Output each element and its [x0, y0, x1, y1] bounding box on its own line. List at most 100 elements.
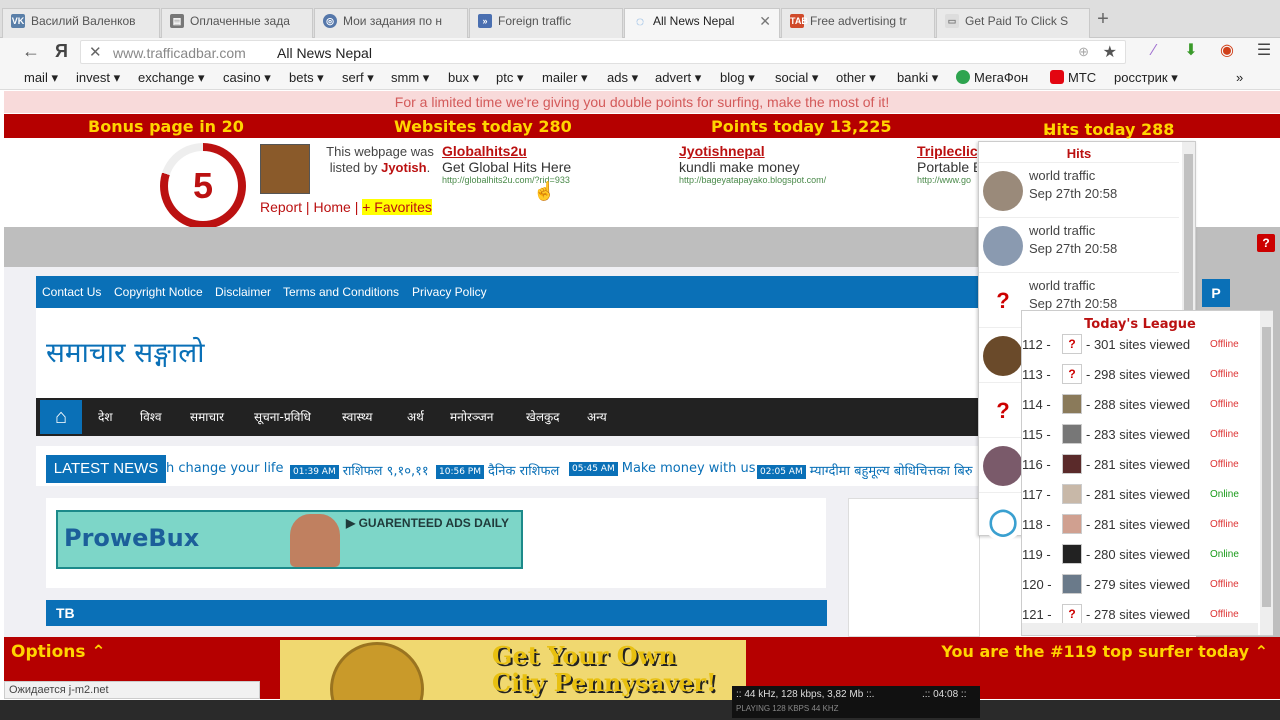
nav-item[interactable]: देश	[98, 408, 113, 425]
bookmark-mts[interactable]: МТС	[1050, 70, 1096, 85]
avatar	[1062, 574, 1082, 594]
league-row[interactable]: 112 -? - 301 sites viewed Offline	[1022, 331, 1258, 359]
unknown-avatar-icon: ?	[1062, 364, 1082, 384]
league-row[interactable]: 114 - - 288 sites viewed Offline	[1022, 391, 1258, 419]
options-button[interactable]: Options ⌃	[11, 642, 106, 662]
prowebux-banner[interactable]: ProweBux ▶ GUARENTEED ADS DAILY	[56, 510, 523, 569]
home-icon[interactable]: ⌂	[40, 400, 82, 434]
league-row[interactable]: 115 - - 283 sites viewed Offline	[1022, 421, 1258, 449]
tab-7[interactable]: ▭ Get Paid To Click S	[936, 8, 1090, 38]
bookmark-mailer[interactable]: mailer ▾	[542, 70, 588, 86]
pennysaver-text: Get Your Own City Pennysaver!	[492, 642, 717, 696]
bookmark-serf[interactable]: serf ▾	[342, 70, 374, 86]
bookmark-ads[interactable]: ads ▾	[607, 70, 638, 86]
bookmark-social[interactable]: social ▾	[775, 70, 818, 86]
extension-icon[interactable]: ◉	[1216, 40, 1238, 62]
ad-desc: Get Global Hits Here	[442, 159, 572, 175]
league-row[interactable]: 118 - - 281 sites viewed Offline	[1022, 511, 1258, 539]
stop-icon[interactable]: ✕	[89, 43, 102, 61]
player-time: .:: 04:08 ::	[922, 689, 967, 700]
menu-icon[interactable]: ☰	[1253, 40, 1275, 62]
rank-text: You are the #119 top surfer today	[941, 642, 1250, 661]
menu-copyright[interactable]: Copyright Notice	[114, 285, 203, 299]
bookmark-other[interactable]: other ▾	[836, 70, 876, 86]
feather-icon[interactable]: ⁄	[1143, 40, 1165, 62]
ticker-item[interactable]: 01:39 AM राशिफल ९,१०,११	[290, 461, 429, 479]
ad-desc: kundli make money	[679, 159, 800, 175]
league-row[interactable]: 117 - - 281 sites viewed Online	[1022, 481, 1258, 509]
bookmark-blog[interactable]: blog ▾	[720, 70, 755, 86]
site-title[interactable]: समाचार सङ्गालो	[46, 333, 204, 371]
bookmark-star-icon[interactable]: ★	[1103, 42, 1117, 62]
hit-item[interactable]: world traffic Sep 27th 20:58	[979, 217, 1179, 272]
tab-all-news-nepal[interactable]: ◌ All News Nepal ✕	[624, 8, 780, 38]
nav-item[interactable]: अन्य	[587, 408, 607, 425]
home-link[interactable]: Home	[313, 199, 350, 215]
text-ad-2[interactable]: Jyotishnepal kundli make money http://bage…	[679, 143, 826, 185]
new-tab-button[interactable]: +	[1092, 8, 1114, 30]
ad-title[interactable]: Tripleclic	[917, 143, 977, 159]
favorites-link[interactable]: + Favorites	[362, 199, 432, 215]
league-row[interactable]: 119 - - 280 sites viewed Online	[1022, 541, 1258, 569]
text-ad-3[interactable]: Tripleclic Portable Bhttp://www.go	[917, 143, 977, 185]
bookmark-bux[interactable]: bux ▾	[448, 70, 479, 86]
status-bar: Ожидается j-m2.net	[4, 681, 260, 699]
lister-name[interactable]: Jyotish	[381, 160, 427, 175]
url-field[interactable]: ✕ www.trafficadbar.com All News Nepal ⊕ …	[80, 40, 1126, 64]
league-rank: 121 -	[1022, 607, 1052, 622]
back-icon[interactable]: ←	[22, 41, 40, 62]
bookmark-smm[interactable]: smm ▾	[391, 70, 429, 86]
tab-4[interactable]: » Foreign traffic	[469, 8, 623, 38]
nav-item[interactable]: मनोरञ्जन	[450, 408, 493, 425]
ad-title[interactable]: Globalhits2u	[442, 143, 571, 159]
media-player[interactable]: :: 44 kHz, 128 kbps, 3,82 Mb ::. .:: 04:…	[732, 686, 980, 718]
ticker-item[interactable]: 05:45 AM Make money with us	[569, 461, 756, 476]
menu-privacy[interactable]: Privacy Policy	[412, 285, 487, 299]
league-row[interactable]: 116 - - 281 sites viewed Offline	[1022, 451, 1258, 479]
text-ad-1[interactable]: Globalhits2u Get Global Hits Here http://g…	[442, 143, 571, 185]
bookmark-megafon[interactable]: МегаФон	[956, 70, 1028, 85]
menu-disclaimer[interactable]: Disclaimer	[215, 285, 271, 299]
download-icon[interactable]: ⬇	[1180, 40, 1202, 62]
bookmark-invest[interactable]: invest ▾	[76, 70, 120, 86]
bookmark-mail[interactable]: mail ▾	[24, 70, 58, 86]
nav-item[interactable]: स्वास्थ्य	[342, 408, 372, 425]
surfer-rank[interactable]: You are the #119 top surfer today ⌃	[941, 642, 1268, 661]
bookmark-exchange[interactable]: exchange ▾	[138, 70, 205, 86]
bookmark-casino[interactable]: casino ▾	[223, 70, 271, 86]
pinterest-icon[interactable]: P	[1202, 279, 1230, 307]
ad-title[interactable]: Jyotishnepal	[679, 143, 826, 159]
report-link[interactable]: Report	[260, 199, 302, 215]
pennysaver-banner[interactable]: Get Your Own City Pennysaver!	[280, 640, 746, 700]
yandex-icon[interactable]: Я	[55, 41, 68, 62]
bookmark-banki[interactable]: banki ▾	[897, 70, 938, 86]
tab-2[interactable]: ▤ Оплаченные зада	[161, 8, 313, 38]
league-scroll-thumb[interactable]	[1262, 327, 1271, 607]
tab-1[interactable]: VK Василий Валенков	[2, 8, 160, 38]
nav-item[interactable]: विश्व	[140, 408, 162, 425]
bookmarks-more-button[interactable]: »	[1236, 70, 1243, 85]
ticker-item[interactable]: 02:05 AM म्याग्दीमा बहुमूल्य बोधिचित्तका …	[757, 461, 977, 479]
menu-terms[interactable]: Terms and Conditions	[283, 285, 399, 299]
ticker-item[interactable]: 10:56 PM दैनिक राशिफल	[436, 461, 559, 479]
hit-item[interactable]: world traffic Sep 27th 20:58	[979, 162, 1179, 217]
menu-contact-us[interactable]: Contact Us	[42, 285, 101, 299]
league-row[interactable]: 113 -? - 298 sites viewed Offline	[1022, 361, 1258, 389]
help-icon[interactable]: ?	[1257, 234, 1275, 252]
tab-3[interactable]: ◎ Мои задания по н	[314, 8, 468, 38]
nav-item[interactable]: समाचार	[190, 408, 224, 425]
close-icon[interactable]: ✕	[759, 9, 771, 33]
tab-6[interactable]: TAB Free advertising tr	[781, 8, 935, 38]
bookmark-rosstrik[interactable]: росстрик ▾	[1114, 70, 1178, 86]
league-hscrollbar[interactable]	[1022, 623, 1258, 635]
ticker-item[interactable]: h change your life	[166, 461, 284, 476]
unknown-avatar-icon: ?	[1062, 334, 1082, 354]
hits-scroll-thumb[interactable]	[1184, 154, 1193, 324]
bookmark-bets[interactable]: bets ▾	[289, 70, 324, 86]
bookmark-advert[interactable]: advert ▾	[655, 70, 701, 86]
nav-item[interactable]: अर्थ	[407, 408, 424, 425]
nav-item[interactable]: खेलकुद	[526, 408, 560, 425]
nav-item[interactable]: सूचना-प्रविधि	[254, 408, 311, 425]
league-row[interactable]: 120 - - 279 sites viewed Offline	[1022, 571, 1258, 599]
bookmark-ptc[interactable]: ptc ▾	[496, 70, 523, 86]
